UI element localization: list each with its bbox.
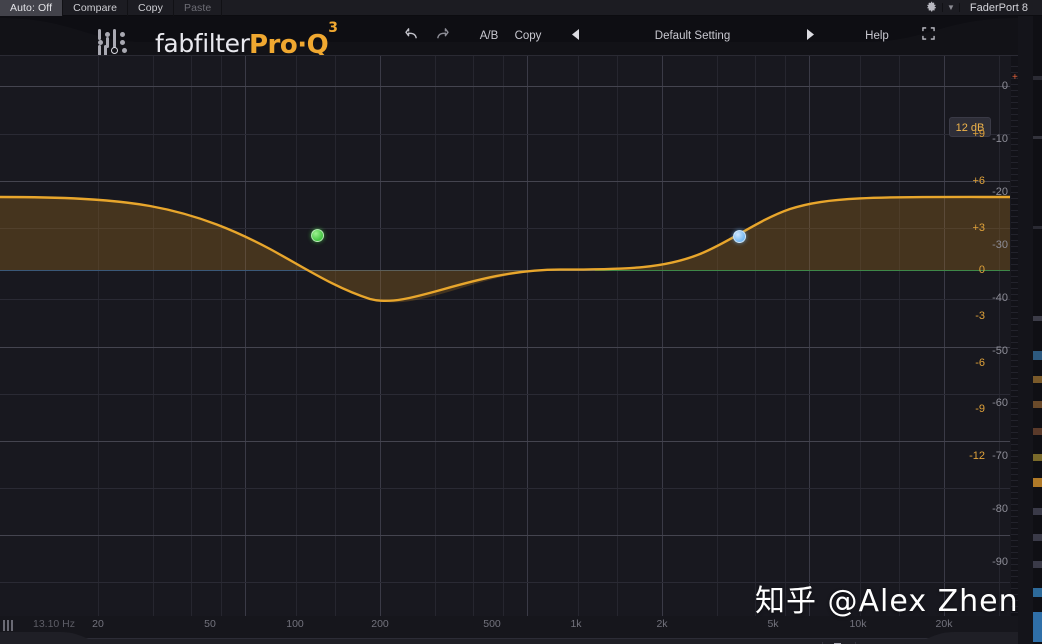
plugin-footer: MIDI Learn Zero Latency Analyzer: Post+S… xyxy=(0,616,1018,644)
db-label-minus3: -3 xyxy=(975,310,985,322)
ab-button[interactable]: A/B xyxy=(472,16,506,56)
host-button-auto[interactable]: Auto: Off xyxy=(0,0,64,16)
brand-name: fabfilter xyxy=(155,29,250,58)
analyzer-label-40: -40 xyxy=(992,292,1008,304)
host-button-paste[interactable]: Paste xyxy=(174,0,223,16)
analyzer-label-90: -90 xyxy=(992,556,1008,568)
prev-preset-icon[interactable] xyxy=(564,16,588,56)
preset-name[interactable]: Default Setting xyxy=(600,16,785,56)
analyzer-label-30: -30 xyxy=(992,239,1008,251)
analyzer-label-10: -10 xyxy=(992,133,1008,145)
product-version: 3 xyxy=(328,20,338,37)
proq3-plugin: fabfilter software instruments Pro·Q3 A/… xyxy=(0,16,1018,644)
daw-background-strip xyxy=(1033,16,1042,644)
next-preset-icon[interactable] xyxy=(798,16,822,56)
midi-learn-button[interactable]: MIDI Learn xyxy=(110,638,164,644)
analyzer-label-60: -60 xyxy=(992,397,1008,409)
undo-icon[interactable] xyxy=(400,16,424,56)
output-meter[interactable] xyxy=(1011,56,1018,616)
fullscreen-icon[interactable] xyxy=(916,16,940,56)
db-label-minus6: -6 xyxy=(975,357,985,369)
latency-label[interactable]: Zero Latency xyxy=(358,638,422,644)
db-label-plus3: +3 xyxy=(972,222,985,234)
analyzer-label-20: -20 xyxy=(992,186,1008,198)
analyzer-value[interactable]: Post+SC xyxy=(646,638,690,644)
watermark: 知乎 @Alex Zhen xyxy=(755,584,1019,619)
eq-band-1-handle[interactable] xyxy=(311,229,324,242)
chevron-down-icon[interactable]: ▼ xyxy=(941,3,960,12)
eq-curve xyxy=(0,195,1010,303)
redo-icon[interactable] xyxy=(430,16,454,56)
eq-display[interactable]: 12 dB +9 +6 +3 0 -3 -6 -9 -12 0 -10 -20 … xyxy=(0,56,1018,616)
host-button-copy[interactable]: Copy xyxy=(128,0,174,16)
gear-icon[interactable] xyxy=(922,1,942,15)
plugin-window: Auto: Off Compare Copy Paste ▼ FaderPort… xyxy=(0,0,1042,644)
zoom-level[interactable]: 100% xyxy=(866,638,894,644)
copy-button[interactable]: Copy xyxy=(506,16,550,56)
meter-clip-readout[interactable]: +4.0 xyxy=(1012,72,1018,83)
analyzer-label-80: -80 xyxy=(992,503,1008,515)
analyzer-label: Analyzer: xyxy=(592,638,638,644)
host-menu-bar: Auto: Off Compare Copy Paste ▼ FaderPort… xyxy=(0,0,1042,16)
fabfilter-logo-icon xyxy=(98,29,150,56)
analyzer-label-50: -50 xyxy=(992,345,1008,357)
analyzer-label-70: -70 xyxy=(992,450,1008,462)
host-device-name: FaderPort 8 xyxy=(969,1,1028,14)
eq-band-2-handle[interactable] xyxy=(733,230,746,243)
help-button[interactable]: Help xyxy=(856,16,898,56)
host-button-compare[interactable]: Compare xyxy=(63,0,129,16)
plugin-header: fabfilter software instruments Pro·Q3 A/… xyxy=(0,16,1018,64)
analyzer-label-0: 0 xyxy=(1001,80,1008,92)
db-label-zero: 0 xyxy=(978,264,985,276)
